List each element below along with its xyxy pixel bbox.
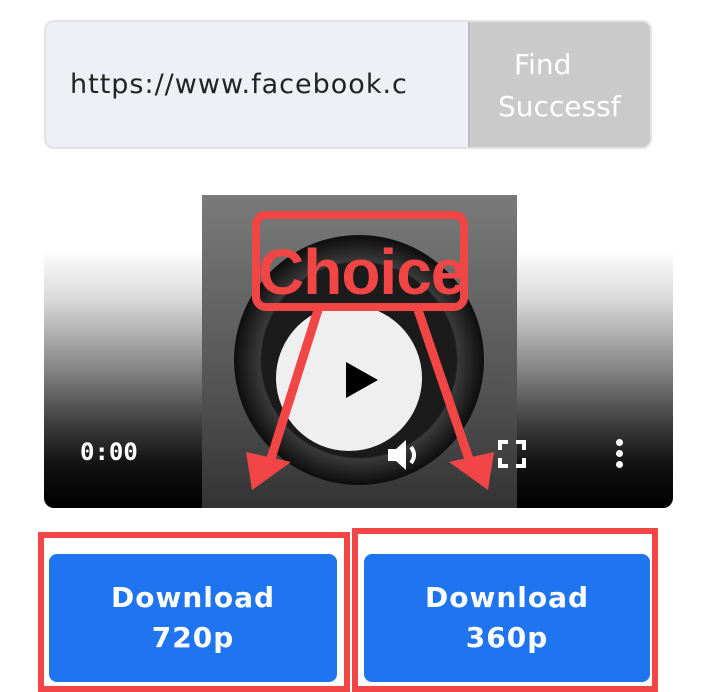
- annotation-highlight-360p: [352, 528, 658, 692]
- find-button[interactable]: Find Successf: [468, 22, 650, 147]
- current-time: 0:00: [80, 438, 138, 466]
- find-button-label-line1: Find: [514, 48, 572, 81]
- annotation-highlight-720p: [38, 532, 350, 692]
- volume-icon[interactable]: [386, 438, 426, 472]
- fullscreen-icon[interactable]: [498, 440, 526, 468]
- annotation-choice-label: Choice: [258, 236, 466, 308]
- play-icon: [346, 362, 378, 398]
- url-search-bar: https://www.facebook.c Find Successf: [44, 20, 652, 149]
- find-button-label-line2: Successf: [498, 90, 621, 123]
- url-input[interactable]: https://www.facebook.c: [46, 22, 468, 147]
- more-vert-icon[interactable]: [614, 439, 624, 473]
